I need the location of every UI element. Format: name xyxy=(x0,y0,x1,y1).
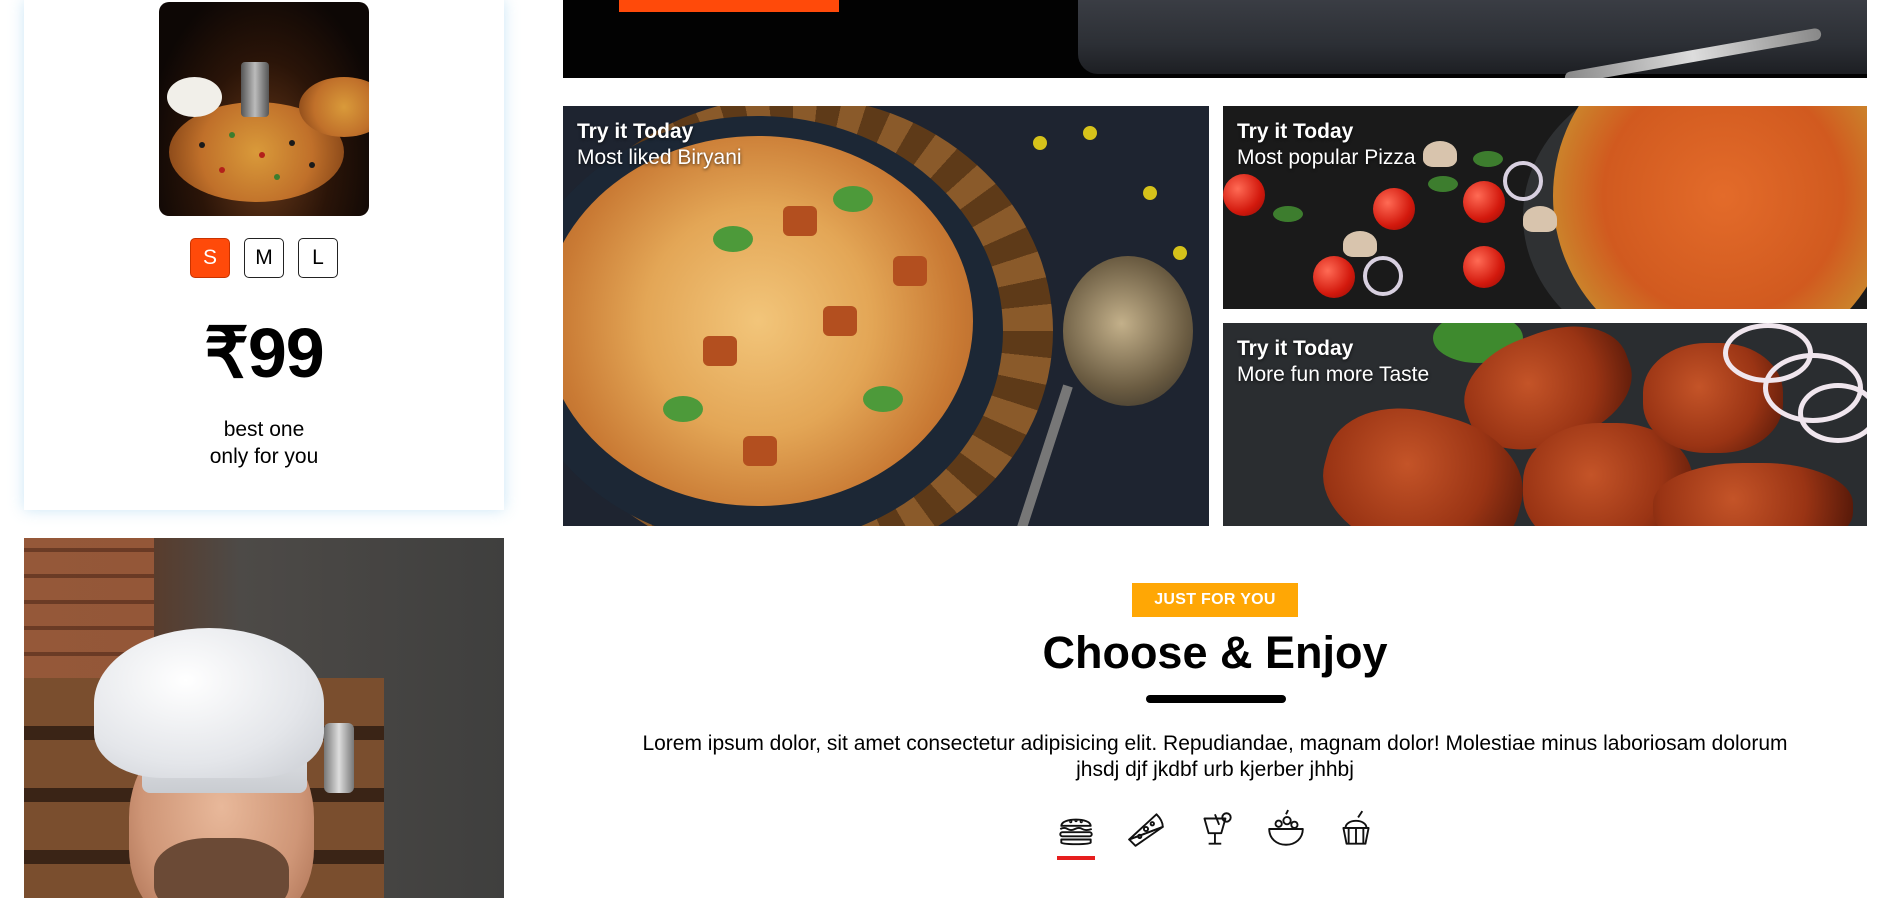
size-large-button[interactable]: L xyxy=(298,238,338,278)
promo-tile-chicken[interactable]: Try it Today More fun more Taste xyxy=(1223,323,1867,526)
size-selector: S M L xyxy=(24,238,504,278)
size-medium-button[interactable]: M xyxy=(244,238,284,278)
tagline-line-2: only for you xyxy=(209,445,319,468)
category-dessert[interactable] xyxy=(1333,808,1379,858)
promo-tile-biryani[interactable]: Try it Today Most liked Biryani xyxy=(563,106,1209,526)
category-tabs xyxy=(1053,808,1379,860)
burger-icon xyxy=(1059,818,1093,846)
heading-underline xyxy=(1146,695,1286,703)
promo-tile-subtitle: Most popular Pizza xyxy=(1237,146,1416,169)
tagline-line-1: best one xyxy=(223,418,305,441)
promo-tile-title: Try it Today xyxy=(1237,120,1354,143)
category-drinks[interactable] xyxy=(1193,808,1239,858)
promo-tile-title: Try it Today xyxy=(577,120,694,143)
promo-tile-subtitle: More fun more Taste xyxy=(1237,363,1430,386)
promo-tile-title: Try it Today xyxy=(1237,337,1354,360)
category-pizza[interactable] xyxy=(1123,808,1169,858)
chef-image xyxy=(24,538,504,898)
pizza-slice-icon xyxy=(1128,813,1164,847)
product-tagline: best one only for you xyxy=(24,416,504,470)
section-heading: Choose & Enjoy xyxy=(1042,627,1388,678)
active-category-underline xyxy=(1057,856,1095,860)
hero-order-button[interactable] xyxy=(619,0,839,12)
promo-tile-subtitle: Most liked Biryani xyxy=(577,146,742,169)
ice-cream-icon xyxy=(1342,810,1370,845)
category-salad[interactable] xyxy=(1263,808,1309,858)
product-card: S M L ₹99 best one only for you xyxy=(24,0,504,510)
cocktail-icon xyxy=(1203,812,1232,845)
section-badge: JUST FOR YOU xyxy=(1132,583,1298,617)
product-price: ₹99 xyxy=(204,314,324,392)
salad-bowl-icon xyxy=(1268,809,1304,846)
promo-tile-pizza[interactable]: Try it Today Most popular Pizza xyxy=(1223,106,1867,309)
category-burger[interactable] xyxy=(1053,808,1099,860)
pizza-product-image xyxy=(159,2,369,216)
hero-cloth-image xyxy=(1078,0,1867,74)
hero-banner xyxy=(563,0,1867,78)
section-description: Lorem ipsum dolor, sit amet consectetur … xyxy=(642,732,1788,781)
size-small-button[interactable]: S xyxy=(190,238,230,278)
